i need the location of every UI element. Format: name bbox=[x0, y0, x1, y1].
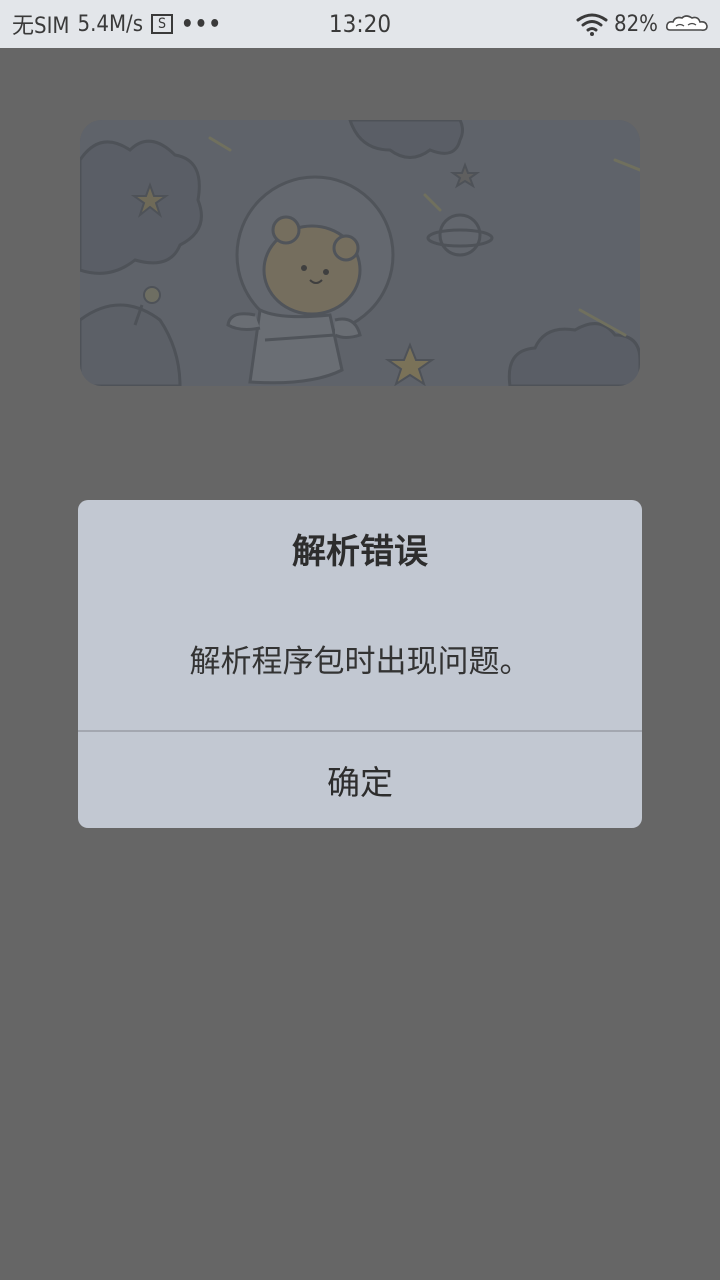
net-speed-label: 5.4M/s bbox=[77, 11, 144, 37]
status-right: 82% bbox=[576, 0, 710, 48]
s-app-icon: S bbox=[151, 14, 174, 34]
astronaut-bear-illustration bbox=[80, 120, 640, 386]
status-left: 无SIM 5.4M/s S ••• bbox=[12, 0, 222, 48]
battery-percent: 82% bbox=[614, 11, 658, 37]
battery-cloud-icon bbox=[666, 15, 708, 31]
dialog-title: 解析错误 bbox=[292, 532, 428, 572]
status-bar: 无SIM 5.4M/s S ••• 13:20 82% bbox=[0, 0, 720, 48]
wifi-icon bbox=[576, 13, 608, 36]
dialog-message: 解析程序包时出现问题。 bbox=[189, 644, 531, 680]
carrier-label: 无SIM bbox=[12, 14, 70, 39]
banner-image bbox=[80, 120, 640, 386]
more-notifications-icon: ••• bbox=[181, 11, 222, 37]
parse-error-dialog: 解析错误 解析程序包时出现问题。 确定 bbox=[78, 500, 642, 828]
ok-button[interactable]: 确定 bbox=[78, 732, 642, 828]
